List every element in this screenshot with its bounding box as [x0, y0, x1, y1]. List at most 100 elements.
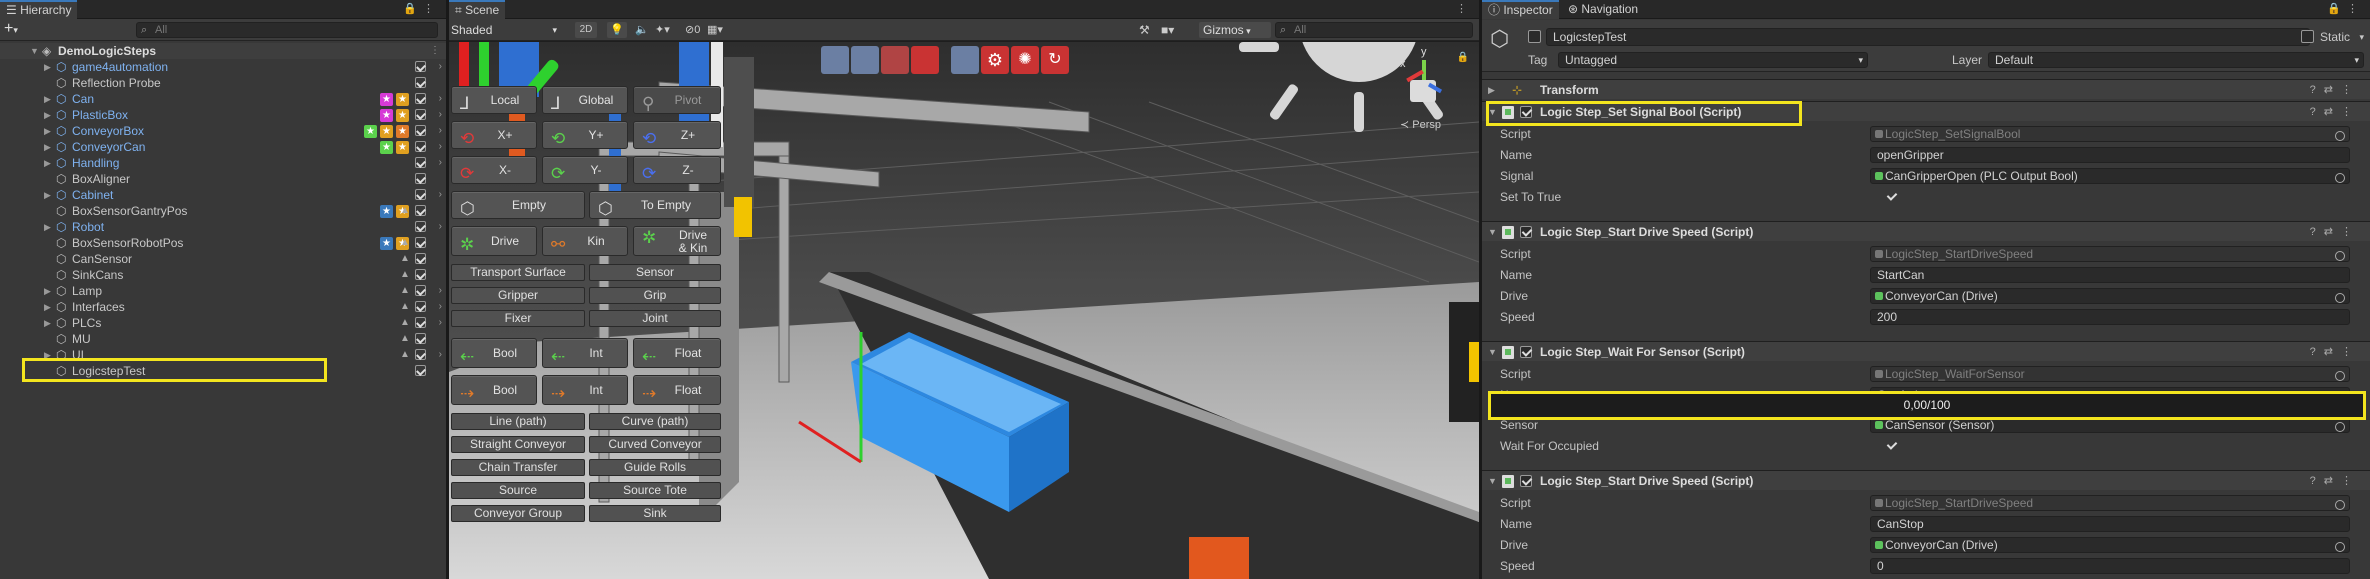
transform-header[interactable]: ▶ ⊹ Transform ?⇄⋮ — [1482, 79, 2370, 99]
y-plus-button[interactable]: ⟲ Y+ — [542, 121, 628, 149]
view-side-icon[interactable] — [881, 46, 909, 74]
chevron-right-icon[interactable]: › — [439, 155, 442, 171]
expand-arrow-icon[interactable]: ▶ — [44, 59, 51, 75]
object-picker-icon[interactable] — [2335, 251, 2345, 261]
shading-dropdown[interactable]: Shaded ▾ — [451, 22, 561, 38]
int-output-button[interactable]: ⇢ Int — [542, 375, 628, 405]
expand-arrow-icon[interactable]: ▶ — [44, 91, 51, 107]
hierarchy-item[interactable]: ⬡ BoxAligner — [0, 171, 446, 187]
component-header[interactable]: ▼ Logic Step_Wait For Sensor (Script) ?⇄⋮ — [1482, 341, 2370, 361]
chevron-right-icon[interactable]: › — [439, 283, 442, 299]
line-path-button[interactable]: Line (path) — [451, 413, 585, 430]
component-menu-icons[interactable]: ?⇄⋮ — [2310, 222, 2360, 242]
bool-input-button[interactable]: ⇠ Bool — [451, 338, 537, 368]
fold-arrow-icon[interactable]: ▼ — [1488, 342, 1497, 362]
visibility-toggle[interactable] — [415, 285, 426, 296]
component-header[interactable]: ▼ Logic Step_Start Drive Speed (Script) ?⇄… — [1482, 470, 2370, 490]
chevron-right-icon[interactable]: › — [439, 187, 442, 203]
chevron-right-icon[interactable]: › — [439, 299, 442, 315]
z-plus-button[interactable]: ⟲ Z+ — [633, 121, 721, 149]
expand-arrow-icon[interactable]: ▶ — [44, 187, 51, 203]
hierarchy-item[interactable]: ▶ ⬡ game4automation › — [0, 59, 446, 75]
source-button[interactable]: Source — [451, 482, 585, 499]
expand-arrow-icon[interactable]: ▶ — [44, 299, 51, 315]
hierarchy-item[interactable]: ⬡ CanSensor ▲ — [0, 251, 446, 267]
hierarchy-item[interactable]: ▶ ⬡ Robot › — [0, 219, 446, 235]
component-menu-icons[interactable]: ?⇄⋮ — [2310, 80, 2360, 100]
layer-dropdown[interactable]: Default ▾ — [1988, 52, 2364, 68]
2d-toggle[interactable]: 2D — [575, 22, 597, 38]
visibility-toggle[interactable] — [415, 125, 426, 136]
guide-rolls-button[interactable]: Guide Rolls — [589, 459, 721, 476]
object-picker-icon[interactable] — [2335, 500, 2345, 510]
gear-icon[interactable]: ⚙ — [981, 46, 1009, 74]
gripper-button[interactable]: Gripper — [451, 287, 585, 304]
expand-arrow-icon[interactable]: ▶ — [44, 123, 51, 139]
scene-root-row[interactable]: ▼ ◈ DemoLogicSteps ⋮ — [0, 43, 446, 59]
chevron-right-icon[interactable]: › — [439, 59, 442, 75]
hierarchy-item[interactable]: ⬡ Reflection Probe — [0, 75, 446, 91]
chevron-right-icon[interactable]: › — [439, 91, 442, 107]
hierarchy-item[interactable]: ⬡ SinkCans ▲ — [0, 267, 446, 283]
scene-search-input[interactable]: ⌕ All — [1275, 22, 1473, 38]
component-header[interactable]: ▼ Logic Step_Start Drive Speed (Script) ?⇄… — [1482, 221, 2370, 241]
drive-button[interactable]: ✲ Drive — [451, 226, 537, 256]
visibility-toggle[interactable] — [415, 365, 426, 376]
expand-arrow-icon[interactable]: ▶ — [44, 155, 51, 171]
expand-arrow-icon[interactable]: ▶ — [44, 315, 51, 331]
hierarchy-search-input[interactable]: ⌕ All — [136, 22, 438, 38]
source-tote-button[interactable]: Source Tote — [589, 482, 721, 499]
create-button[interactable]: +▾ — [4, 20, 18, 38]
view-top-icon[interactable] — [851, 46, 879, 74]
property-field[interactable]: 200 — [1870, 309, 2350, 325]
curved-conveyor-button[interactable]: Curved Conveyor — [589, 436, 721, 453]
object-picker-icon[interactable] — [2335, 131, 2345, 141]
gizmos-dropdown[interactable]: Gizmos ▾ — [1199, 22, 1271, 38]
property-field[interactable]: CanGripperOpen (PLC Output Bool) — [1870, 168, 2350, 184]
object-picker-icon[interactable] — [2335, 542, 2345, 552]
to-empty-button[interactable]: ⬡ To Empty — [589, 191, 721, 219]
component-menu-icons[interactable]: ?⇄⋮ — [2310, 471, 2360, 491]
visibility-toggle[interactable] — [415, 301, 426, 312]
visibility-toggle[interactable] — [415, 269, 426, 280]
local-button[interactable]: ⅃ Local — [451, 86, 537, 114]
hierarchy-item[interactable]: ⬡ MU ▲ — [0, 331, 446, 347]
visibility-toggle[interactable] — [415, 221, 426, 232]
camera-icon[interactable]: ■▾ — [1161, 22, 1174, 38]
visibility-toggle[interactable] — [415, 349, 426, 360]
audio-toggle-icon[interactable]: 🔈 — [635, 22, 649, 38]
tab-navigation[interactable]: ⊛ Navigation — [1562, 0, 1644, 19]
active-checkbox[interactable] — [1528, 30, 1541, 43]
joint-button[interactable]: Joint — [589, 310, 721, 327]
object-picker-icon[interactable] — [2335, 371, 2345, 381]
visibility-toggle[interactable] — [415, 333, 426, 344]
hierarchy-item[interactable]: ▶ ⬡ ConveyorBox ★ ★ ★ › — [0, 123, 446, 139]
static-dropdown-icon[interactable]: ▾ — [2359, 28, 2364, 46]
visibility-toggle[interactable] — [415, 141, 426, 152]
hierarchy-item[interactable]: ⬡ BoxSensorRobotPos ★ ★ ▲ — [0, 235, 446, 251]
chevron-right-icon[interactable]: › — [439, 107, 442, 123]
component-enabled-checkbox[interactable] — [1520, 226, 1532, 238]
kin-button[interactable]: ⚯ Kin — [542, 226, 628, 256]
chevron-right-icon[interactable]: › — [439, 347, 442, 363]
y-minus-button[interactable]: ⟳ Y- — [542, 156, 628, 184]
hierarchy-item[interactable]: ▶ ⬡ ConveyorCan ★ ★ › — [0, 139, 446, 155]
view-front-icon[interactable] — [821, 46, 849, 74]
hierarchy-item[interactable]: ▶ ⬡ Cabinet › — [0, 187, 446, 203]
object-name-input[interactable]: LogicstepTest — [1546, 28, 2310, 46]
tab-menu-icons[interactable]: 🔒⋮ — [403, 2, 440, 15]
chevron-right-icon[interactable]: › — [439, 315, 442, 331]
grid-dropdown-icon[interactable]: ▦▾ — [707, 22, 723, 38]
component-menu-icons[interactable]: ?⇄⋮ — [2310, 342, 2360, 362]
visibility-toggle[interactable] — [415, 237, 426, 248]
sensor-button[interactable]: Sensor — [589, 264, 721, 281]
visibility-toggle[interactable] — [415, 173, 426, 184]
property-field[interactable]: ConveyorCan (Drive) — [1870, 288, 2350, 304]
tools-icon[interactable]: ⚒ — [1139, 22, 1150, 38]
grip-button[interactable]: Grip — [589, 287, 721, 304]
hierarchy-item[interactable]: ▶ ⬡ Lamp ▲ › — [0, 283, 446, 299]
property-field[interactable]: ConveyorCan (Drive) — [1870, 537, 2350, 553]
float-output-button[interactable]: ⇢ Float — [633, 375, 721, 405]
persp-label[interactable]: ≺ Persp — [1400, 118, 1441, 131]
static-checkbox[interactable] — [2301, 30, 2314, 43]
